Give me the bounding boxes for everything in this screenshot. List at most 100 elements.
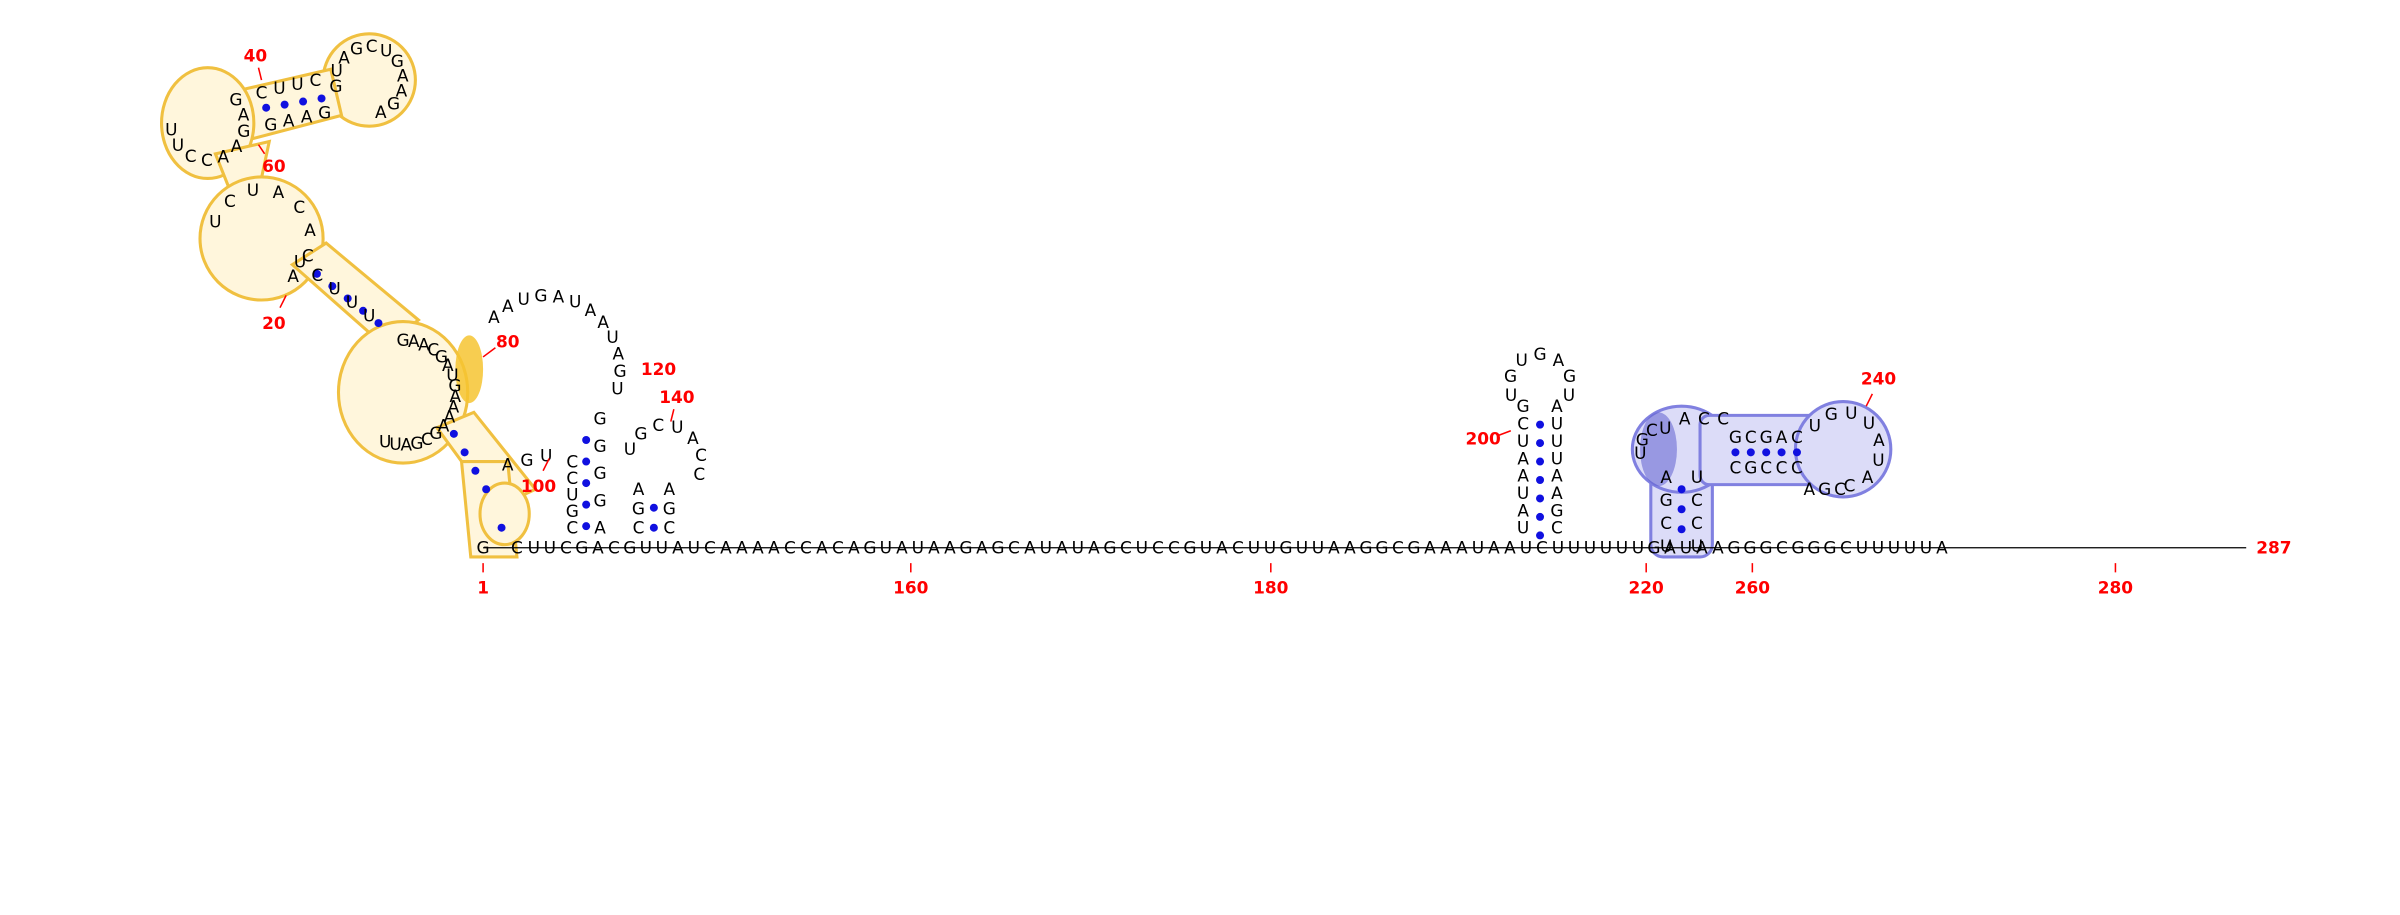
nucleotide-middle-stem: G xyxy=(593,436,606,456)
nucleotide-middle-pair: G xyxy=(632,498,645,518)
nucleotide-blue-apical: U xyxy=(1845,403,1857,423)
nucleotide-orange-lower-loop: G xyxy=(410,433,423,453)
nucleotide-linear: U xyxy=(1856,538,1868,558)
nucleotide-linear: U xyxy=(1264,538,1276,558)
nucleotide-linear: A xyxy=(752,538,764,558)
nucleotide-linear: U xyxy=(912,538,924,558)
nucleotide-orange-stem: A xyxy=(283,111,295,131)
nucleotide-orange-left-loop: C xyxy=(201,150,213,170)
nucleotide-blue-inner: G xyxy=(1760,427,1773,447)
nucleotide-middle-big-loop: A xyxy=(502,296,514,316)
nucleotide-blue-stem: C xyxy=(1691,513,1703,533)
nucleotide-middle-small-loop: C xyxy=(652,415,664,435)
nucleotide-hairpin: C xyxy=(1551,518,1563,538)
nucleotide-linear: A xyxy=(1216,538,1228,558)
nucleotide-blue-inner: C xyxy=(1730,458,1742,478)
nucleotide-blue-bulge: C xyxy=(1646,420,1658,440)
nucleotide-middle-small-loop: C xyxy=(695,445,707,465)
position-label: 60 xyxy=(262,156,286,176)
nucleotide-blue-inner: C xyxy=(1776,458,1788,478)
nucleotide-middle-pair: G xyxy=(663,498,676,518)
nucleotide-linear: U xyxy=(1200,538,1212,558)
nucleotide-linear: A xyxy=(768,538,780,558)
nucleotide-orange-stem: C xyxy=(309,70,321,90)
nucleotide-blue-stem: A xyxy=(1660,467,1672,487)
nucleotide-linear: G xyxy=(1279,538,1292,558)
nucleotide-linear: U xyxy=(1872,538,1884,558)
nucleotide-middle-big-loop: A xyxy=(553,286,565,306)
nucleotide-linear: U xyxy=(688,538,700,558)
position-tick xyxy=(257,67,263,81)
nucleotide-orange-lower-stem: U xyxy=(294,252,306,272)
nucleotide-linear: A xyxy=(816,538,828,558)
nucleotide-orange-apical: A xyxy=(338,47,350,67)
nucleotide-linear: U xyxy=(1584,538,1596,558)
nucleotide-linear: U xyxy=(1248,538,1260,558)
nucleotide-blue-inner: A xyxy=(1776,427,1788,447)
base-pair-dot xyxy=(582,522,591,531)
nucleotide-blue-loop: A xyxy=(1679,408,1691,428)
nucleotide-linear: U xyxy=(1600,538,1612,558)
position-label: 240 xyxy=(1861,368,1896,388)
nucleotide-linear: C xyxy=(1536,538,1548,558)
position-label: 180 xyxy=(1253,578,1288,596)
base-pair-dot xyxy=(280,100,289,109)
nucleotide-linear: G xyxy=(623,538,636,558)
base-pair-dot xyxy=(1762,448,1771,457)
nucleotide-linear: C xyxy=(800,538,812,558)
nucleotide-linear: G xyxy=(477,538,490,558)
nucleotide-linear: A xyxy=(1424,538,1436,558)
nucleotide-linear: U xyxy=(1472,538,1484,558)
nucleotide-linear: A xyxy=(1504,538,1516,558)
nucleotide-linear: U xyxy=(1568,538,1580,558)
nucleotide-blue-inner: G xyxy=(1744,458,1757,478)
nucleotide-middle-stem: A xyxy=(594,518,606,538)
nucleotide-orange-apical: G xyxy=(387,94,400,114)
nucleotide-linear: G xyxy=(1727,538,1740,558)
position-tick xyxy=(482,347,496,358)
nucleotide-middle-big-loop: A xyxy=(585,300,597,320)
base-pair-dot xyxy=(471,466,480,475)
nucleotide-blue-apical: A xyxy=(1862,467,1874,487)
nucleotide-middle-stem: G xyxy=(593,408,606,428)
nucleotide-linear: A xyxy=(896,538,908,558)
base-pair-dot xyxy=(1536,494,1545,503)
rna-secondary-structure-diagram: GCUUCGACGUUAUCAAAACCACAGUAUAAGAGCAUAUAGC… xyxy=(0,0,2400,915)
nucleotide-linear: G xyxy=(1823,538,1836,558)
nucleotide-orange-lower-stem: U xyxy=(346,292,358,312)
nucleotide-orange-left-loop: A xyxy=(231,136,243,156)
nucleotide-linear: C xyxy=(511,538,523,558)
nucleotide-orange-lower-loop: A xyxy=(401,435,413,455)
nucleotide-blue-lower: C xyxy=(1834,479,1846,499)
nucleotide-middle-small-loop: G xyxy=(634,423,647,443)
nucleotide-orange-middle-loop: U xyxy=(247,180,259,200)
nucleotide-linear: G xyxy=(1807,538,1820,558)
nucleotide-middle-pair: C xyxy=(663,518,675,538)
nucleotide-linear: G xyxy=(1743,538,1756,558)
position-labels: 120406080100120140160 180200220240260 2802… xyxy=(244,45,2292,597)
nucleotide-linear: U xyxy=(640,538,652,558)
nucleotide-hairpin-loop: U xyxy=(1505,385,1517,405)
nucleotide-middle-pair: C xyxy=(633,518,645,538)
nucleotide-linear: C xyxy=(1840,538,1852,558)
nucleotide-linear: G xyxy=(1103,538,1116,558)
nucleotide-linear: C xyxy=(784,538,796,558)
nucleotide-blue-inner: C xyxy=(1760,458,1772,478)
nucleotide-linear: A xyxy=(1440,538,1452,558)
nucleotide-orange-middle-loop: C xyxy=(224,191,236,211)
nucleotide-orange-apical: A xyxy=(375,102,387,122)
nucleotide-linear: G xyxy=(959,538,972,558)
nucleotide-hairpin-loop: G xyxy=(1563,366,1576,386)
nucleotide-middle-linker: A xyxy=(502,455,514,475)
nucleotide-middle-pair: A xyxy=(663,479,675,499)
position-label: 1 xyxy=(477,578,489,596)
nucleotide-linear: C xyxy=(608,538,620,558)
base-pair-dot xyxy=(1536,476,1545,485)
base-pair-dot xyxy=(582,436,591,445)
base-pair-dot xyxy=(1536,420,1545,429)
nucleotide-orange-left-loop: C xyxy=(185,146,197,166)
nucleotide-linear: A xyxy=(1024,538,1036,558)
nucleotide-middle-big-loop: G xyxy=(534,286,547,306)
nucleotide-middle-pair: A xyxy=(633,479,645,499)
nucleotide-blue-inner: C xyxy=(1745,427,1757,447)
